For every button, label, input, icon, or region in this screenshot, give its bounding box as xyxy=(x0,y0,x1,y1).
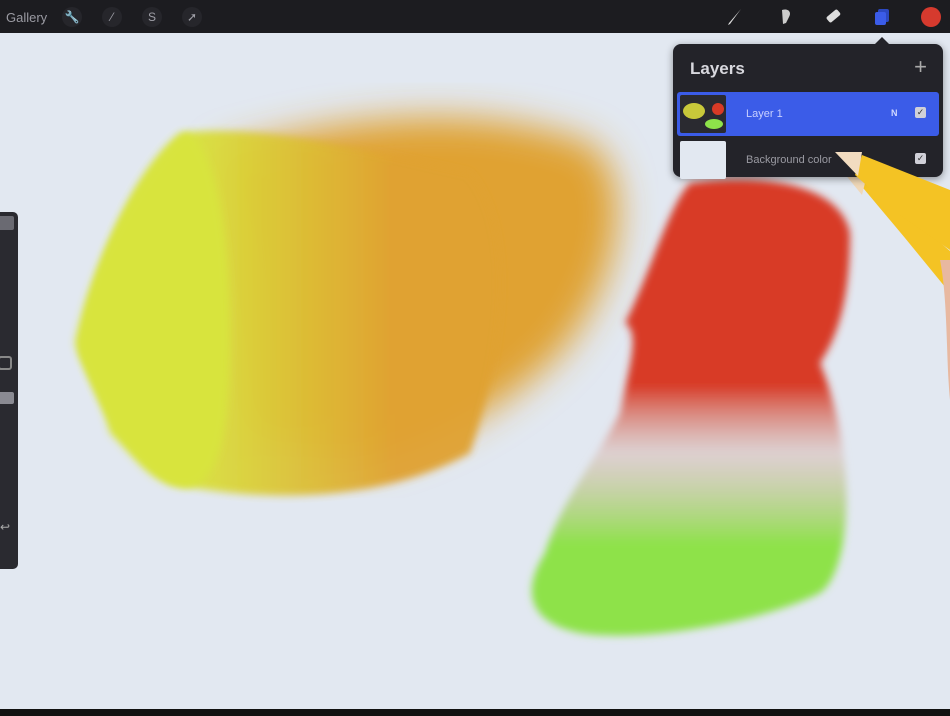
gallery-button[interactable]: Gallery xyxy=(6,10,47,25)
brush-size-slider[interactable] xyxy=(0,216,14,230)
top-toolbar: Gallery 🔧 ⁄ S ➚ xyxy=(0,0,950,33)
add-layer-button[interactable]: + xyxy=(914,54,927,80)
transform-arrow-icon[interactable]: ➚ xyxy=(182,7,202,27)
background-color-swatch xyxy=(680,141,726,179)
brush-icon[interactable] xyxy=(724,6,746,28)
layer-row[interactable]: Background color ✓ xyxy=(677,138,939,182)
bottom-bezel xyxy=(0,709,950,716)
layer-name: Background color xyxy=(746,154,832,166)
layers-icon[interactable] xyxy=(871,6,893,28)
magic-wand-icon[interactable]: ⁄ xyxy=(102,7,122,27)
wrench-icon[interactable]: 🔧 xyxy=(62,7,82,27)
yellow-stroke xyxy=(75,133,230,488)
eraser-icon[interactable] xyxy=(822,6,844,28)
left-sidebar: ↩ xyxy=(0,212,18,569)
layer-row[interactable]: Layer 1 N ✓ xyxy=(677,92,939,136)
layer-thumbnail xyxy=(680,95,726,133)
color-swatch[interactable] xyxy=(920,6,942,28)
layers-title: Layers xyxy=(690,59,745,78)
visibility-checkbox[interactable]: ✓ xyxy=(915,107,926,118)
blend-mode-button[interactable]: N xyxy=(891,108,898,118)
smudge-icon[interactable] xyxy=(774,6,796,28)
layers-panel: Layers + Layer 1 N ✓ Background color ✓ xyxy=(673,37,943,179)
visibility-checkbox[interactable]: ✓ xyxy=(915,153,926,164)
selection-icon[interactable]: S xyxy=(142,7,162,27)
opacity-slider[interactable] xyxy=(0,392,14,404)
modify-button[interactable] xyxy=(0,356,12,370)
layer-name: Layer 1 xyxy=(746,108,783,120)
undo-icon[interactable]: ↩ xyxy=(0,520,10,534)
